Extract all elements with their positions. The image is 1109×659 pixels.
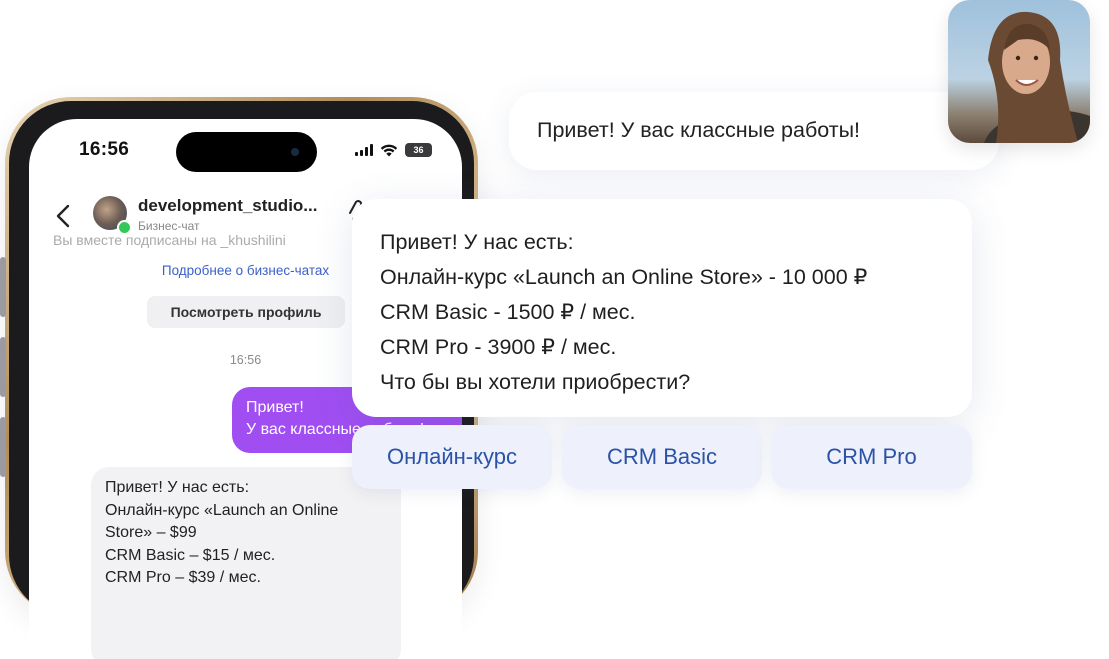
bot-line: CRM Basic - 1500 ₽ / мес.	[380, 300, 636, 324]
user-avatar-photo	[948, 0, 1090, 143]
incoming-message: Привет! У нас есть: Онлайн-курс «Launch …	[91, 467, 401, 659]
dynamic-island	[176, 132, 317, 172]
bot-line: CRM Pro - 3900 ₽ / мес.	[380, 335, 617, 359]
message-line: Привет! У нас есть:	[105, 479, 250, 496]
bot-line: Что бы вы хотели приобрести?	[380, 370, 691, 394]
user-message-text: Привет! У вас классные работы!	[537, 118, 861, 142]
camera-icon	[291, 148, 299, 156]
bot-message-text: Привет! У нас есть: Онлайн-курс «Launch …	[380, 225, 867, 400]
message-line: CRM Basic – $15 / мес.	[105, 546, 276, 564]
option-crm-basic-button[interactable]: CRM Basic	[562, 425, 762, 489]
bot-line: Привет! У нас есть:	[380, 230, 574, 254]
chat-subtitle: Бизнес-чат	[138, 219, 200, 233]
chat-name[interactable]: development_studio...	[138, 196, 317, 216]
bot-message-card: Привет! У нас есть: Онлайн-курс «Launch …	[352, 199, 972, 417]
status-icons: 36	[355, 143, 432, 157]
message-line: Онлайн-курс «Launch an Online	[105, 501, 339, 519]
bot-line: Онлайн-курс «Launch an Online Store» - 1…	[380, 265, 868, 289]
status-time: 16:56	[79, 139, 130, 160]
phone-side-button	[0, 417, 6, 477]
phone-side-button	[0, 257, 6, 317]
option-crm-pro-button[interactable]: CRM Pro	[771, 425, 972, 489]
view-profile-button[interactable]: Посмотреть профиль	[147, 296, 345, 328]
option-online-course-button[interactable]: Онлайн-курс	[352, 425, 552, 489]
phone-side-button	[0, 337, 6, 397]
back-chevron-icon[interactable]	[51, 201, 75, 231]
mutual-followers-text: Вы вместе подписаны на _khushilini	[53, 232, 286, 248]
message-line: CRM Pro – $39 / мес.	[105, 569, 261, 586]
wifi-icon	[380, 144, 398, 156]
message-line: Store» – $99	[105, 524, 197, 541]
signal-icon	[355, 144, 373, 156]
user-message-card: Привет! У вас классные работы!	[509, 92, 999, 170]
battery-icon: 36	[405, 143, 432, 157]
